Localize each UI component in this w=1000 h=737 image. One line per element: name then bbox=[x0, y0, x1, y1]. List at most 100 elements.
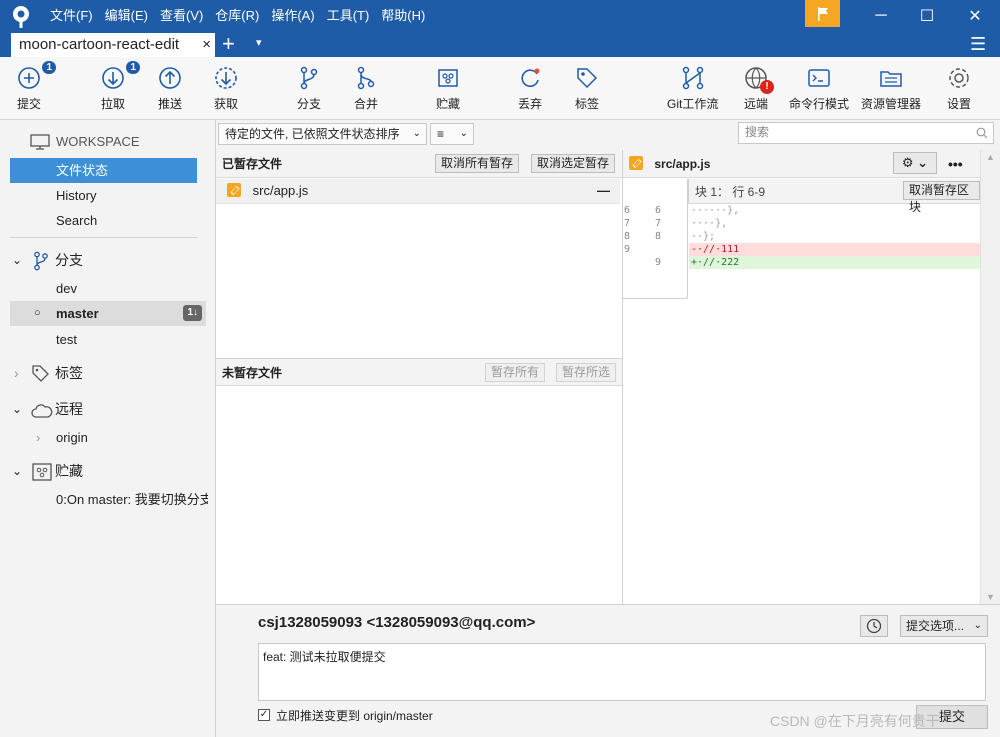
stage-all-button[interactable]: 暂存所有 bbox=[485, 363, 546, 382]
tag-button[interactable]: 标签 bbox=[574, 65, 600, 112]
diff-code: ······}, ····}, ··}; -·//·111 +·//·222 bbox=[689, 204, 980, 274]
menu-repository[interactable]: 仓库(R) bbox=[209, 0, 265, 32]
search-placeholder: 搜索 bbox=[745, 125, 770, 139]
history-button[interactable] bbox=[860, 615, 888, 637]
unstaged-header: 未暂存文件 暂存所有 暂存所选 bbox=[216, 358, 622, 386]
branch-button[interactable]: 分支 bbox=[296, 65, 322, 112]
unstage-file-icon[interactable]: — bbox=[597, 179, 610, 203]
merge-button[interactable]: 合并 bbox=[353, 65, 379, 112]
line-number-new: 9 bbox=[655, 257, 662, 268]
fetch-button[interactable]: 获取 bbox=[213, 65, 239, 112]
branches-title: 分支 bbox=[55, 252, 83, 268]
tab-close-icon[interactable]: × bbox=[202, 33, 211, 57]
unstage-all-button[interactable]: 取消所有暂存 bbox=[435, 154, 520, 173]
stash-button[interactable]: 贮藏 bbox=[435, 65, 461, 112]
chevron-down-icon: ⌄ bbox=[973, 620, 982, 631]
commit-options-dropdown[interactable]: 提交选项... ⌄ bbox=[900, 615, 988, 637]
line-number-old: 9 bbox=[624, 244, 631, 255]
commit-button[interactable]: 1 提交 bbox=[16, 61, 56, 112]
close-window-button[interactable]: ✕ bbox=[952, 0, 998, 32]
settings-label: 设置 bbox=[946, 97, 971, 111]
menu-tools[interactable]: 工具(T) bbox=[321, 0, 376, 32]
explorer-button[interactable]: 资源管理器 bbox=[861, 65, 921, 112]
flag-button[interactable] bbox=[805, 0, 840, 27]
menu-help[interactable]: 帮助(H) bbox=[375, 0, 431, 32]
chevron-down-icon: ⌄ bbox=[12, 464, 23, 478]
more-options-icon[interactable]: ••• bbox=[948, 150, 963, 178]
sourcetree-logo-icon bbox=[10, 5, 32, 28]
staged-file-row[interactable]: src/app.js — bbox=[216, 179, 620, 204]
remotes-header[interactable]: ⌄ 远程 bbox=[0, 397, 216, 422]
branch-item-dev[interactable]: dev bbox=[0, 276, 216, 301]
diff-settings-button[interactable]: ⚙ ⌄ bbox=[893, 152, 937, 174]
settings-button[interactable]: 设置 bbox=[946, 65, 972, 112]
hunk-header: 块 1： 行 6-9 取消暂存区块 bbox=[688, 179, 980, 214]
commit-options-label: 提交选项... bbox=[906, 619, 965, 633]
push-immediately-checkbox[interactable]: ✓ bbox=[258, 709, 270, 721]
minimize-button[interactable]: ─ bbox=[858, 0, 904, 32]
branch-label: 分支 bbox=[296, 97, 321, 111]
line-number-gutter: 6 6 7 7 8 8 9 9 bbox=[623, 179, 688, 299]
unstage-hunk-button[interactable]: 取消暂存区块 bbox=[903, 181, 980, 214]
diff-line-added: +·//·222 bbox=[689, 256, 980, 269]
sidebar-item-search[interactable]: Search bbox=[0, 208, 216, 233]
push-button[interactable]: 推送 bbox=[157, 65, 183, 112]
diff-line-context: ······}, bbox=[691, 205, 740, 216]
sidebar-item-history[interactable]: History bbox=[0, 183, 216, 208]
remote-button[interactable]: ! 远端 bbox=[743, 65, 774, 112]
remote-warning-badge: ! bbox=[760, 80, 774, 94]
repo-tab[interactable]: moon-cartoon-react-edit × bbox=[11, 33, 215, 57]
explorer-label: 资源管理器 bbox=[861, 97, 922, 111]
remote-label: 远端 bbox=[743, 97, 768, 111]
workspace-header: WORKSPACE bbox=[0, 129, 216, 154]
menu-actions[interactable]: 操作(A) bbox=[265, 0, 320, 32]
chevron-down-icon: ⌄ bbox=[12, 253, 23, 267]
tags-header[interactable]: › 标签 bbox=[0, 361, 216, 386]
branches-header[interactable]: ⌄ 分支 bbox=[0, 248, 216, 273]
stash-item[interactable]: 0:On master: 我要切换分支 bbox=[0, 487, 208, 512]
hamburger-menu-icon[interactable]: ☰ bbox=[970, 34, 986, 55]
branch-item-test[interactable]: test bbox=[0, 327, 216, 352]
search-input[interactable]: 搜索 bbox=[738, 122, 994, 144]
stage-selected-button[interactable]: 暂存所选 bbox=[556, 363, 617, 382]
behind-count-badge: 1↓ bbox=[183, 305, 202, 321]
workspace-title: WORKSPACE bbox=[56, 134, 140, 149]
watermark-text: CSDN @在下月亮有何贵干 bbox=[770, 713, 940, 729]
tag-icon bbox=[574, 65, 600, 91]
branch-item-master[interactable]: ○ master 1↓ bbox=[10, 301, 206, 326]
sort-dropdown[interactable]: 待定的文件, 已依照文件状态排序 ⌄ bbox=[218, 123, 427, 145]
sort-dropdown-label: 待定的文件, 已依照文件状态排序 bbox=[225, 127, 400, 141]
stash-label: 贮藏 bbox=[435, 97, 460, 111]
pull-button[interactable]: 1 拉取 bbox=[100, 61, 140, 112]
current-branch-icon: ○ bbox=[34, 307, 41, 319]
fetch-icon bbox=[213, 65, 239, 91]
maximize-button[interactable]: ☐ bbox=[904, 0, 950, 32]
menu-view[interactable]: 查看(V) bbox=[154, 0, 209, 32]
menu-file[interactable]: 文件(F) bbox=[44, 0, 99, 32]
line-number-old: 7 bbox=[624, 218, 631, 229]
view-mode-dropdown[interactable]: ≡ ⌄ bbox=[430, 123, 474, 145]
new-tab-button[interactable]: + bbox=[222, 32, 235, 56]
discard-button[interactable]: 丢弃 bbox=[517, 65, 543, 112]
diff-scrollbar[interactable]: ▲ ▼ bbox=[980, 150, 1000, 604]
tab-dropdown-icon[interactable]: ▾ bbox=[256, 36, 262, 49]
menu-edit[interactable]: 编辑(E) bbox=[99, 0, 154, 32]
sidebar-item-file-status[interactable]: 文件状态 bbox=[10, 158, 197, 183]
stashes-header[interactable]: ⌄ 贮藏 bbox=[0, 459, 216, 484]
scroll-down-icon[interactable]: ▼ bbox=[986, 592, 995, 602]
terminal-label: 命令行模式 bbox=[789, 97, 850, 111]
scroll-up-icon[interactable]: ▲ bbox=[986, 152, 995, 162]
remote-item-origin[interactable]: › origin bbox=[0, 425, 216, 450]
clock-icon bbox=[866, 618, 882, 634]
hunk-label: 块 1： 行 6-9 bbox=[695, 185, 766, 199]
git-flow-button[interactable]: Git工作流 bbox=[667, 65, 718, 112]
search-icon bbox=[976, 127, 988, 139]
discard-icon bbox=[517, 65, 543, 91]
menu-bar: 文件(F) 编辑(E) 查看(V) 仓库(R) 操作(A) 工具(T) 帮助(H… bbox=[0, 0, 431, 32]
tab-row: moon-cartoon-react-edit × + ▾ ☰ bbox=[0, 32, 1000, 57]
branch-icon bbox=[296, 65, 322, 91]
commit-message-input[interactable]: feat: 测试未拉取便提交 bbox=[258, 643, 986, 701]
sidebar-divider bbox=[10, 237, 197, 238]
unstage-selected-button[interactable]: 取消选定暂存 bbox=[531, 154, 616, 173]
terminal-button[interactable]: 命令行模式 bbox=[789, 65, 849, 112]
